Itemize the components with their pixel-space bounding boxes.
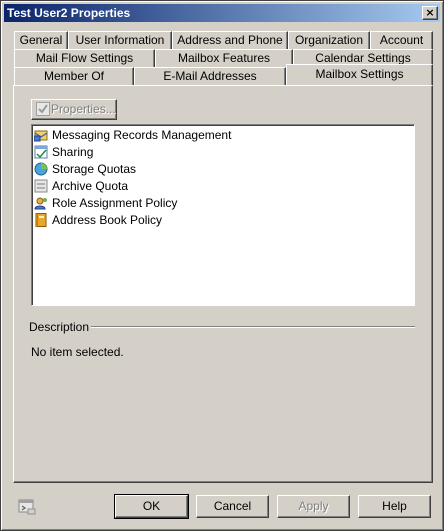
role-policy-icon bbox=[34, 196, 48, 210]
address-book-icon bbox=[34, 213, 48, 227]
close-button[interactable]: × bbox=[422, 6, 438, 20]
description-text: No item selected. bbox=[31, 345, 124, 359]
records-management-icon bbox=[33, 128, 48, 142]
storage-quota-icon bbox=[34, 162, 48, 176]
properties-dialog: Test User2 Properties × General User Inf… bbox=[0, 0, 444, 531]
list-item-label: Archive Quota bbox=[52, 179, 129, 193]
tab-mailbox-features[interactable]: Mailbox Features bbox=[155, 49, 293, 67]
tab-general[interactable]: General bbox=[14, 31, 68, 49]
tab-organization[interactable]: Organization bbox=[288, 31, 370, 49]
description-divider bbox=[91, 326, 415, 328]
checkmark-icon bbox=[36, 102, 50, 116]
tab-member-of[interactable]: Member Of bbox=[14, 67, 134, 85]
properties-button[interactable]: Properties... bbox=[31, 99, 117, 120]
list-item-label: Role Assignment Policy bbox=[52, 196, 178, 210]
description-heading: Description bbox=[29, 320, 90, 334]
window-title: Test User2 Properties bbox=[7, 6, 131, 20]
tab-account[interactable]: Account bbox=[370, 31, 433, 49]
tab-user-information[interactable]: User Information bbox=[68, 31, 172, 49]
powershell-icon[interactable] bbox=[18, 499, 36, 515]
list-item-label: Messaging Records Management bbox=[52, 128, 232, 142]
title-bar[interactable]: Test User2 Properties × bbox=[4, 4, 440, 22]
list-item-label: Sharing bbox=[52, 145, 94, 159]
tab-mailbox-settings[interactable]: Mailbox Settings bbox=[286, 64, 433, 85]
properties-button-label: Properties... bbox=[51, 102, 116, 116]
tab-mail-flow-settings[interactable]: Mail Flow Settings bbox=[14, 49, 155, 67]
tab-email-addresses[interactable]: E-Mail Addresses bbox=[134, 67, 286, 85]
archive-quota-icon bbox=[34, 179, 48, 193]
sharing-icon bbox=[34, 145, 48, 159]
list-item-label: Address Book Policy bbox=[52, 213, 163, 227]
cancel-button[interactable]: Cancel bbox=[196, 495, 269, 518]
list-item-label: Storage Quotas bbox=[52, 162, 137, 176]
tab-address-and-phone[interactable]: Address and Phone bbox=[172, 31, 288, 49]
help-button[interactable]: Help bbox=[358, 495, 431, 518]
ok-button[interactable]: OK bbox=[114, 494, 189, 519]
mailbox-settings-list[interactable]: Messaging Records Management Sharing Sto… bbox=[31, 124, 415, 306]
apply-button[interactable]: Apply bbox=[277, 495, 350, 518]
